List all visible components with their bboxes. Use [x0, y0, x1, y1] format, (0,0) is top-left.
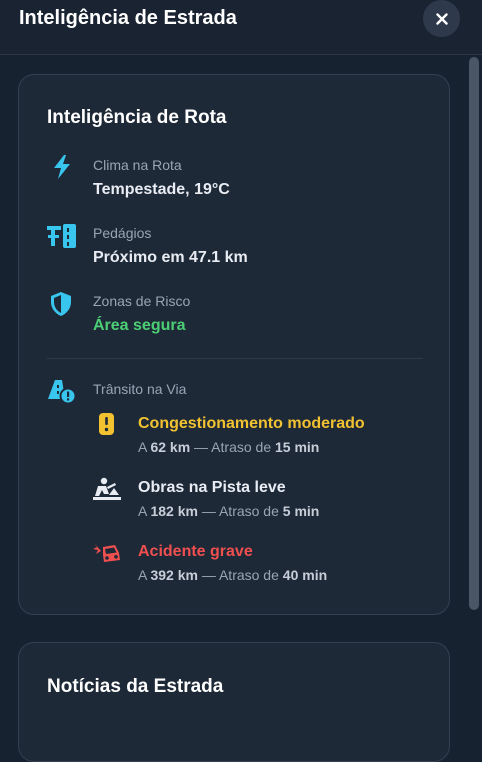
risk-zones-value: Área segura	[93, 317, 186, 334]
news-card-title: Notícias da Estrada	[47, 676, 224, 697]
traffic-item-distance: 182 km	[150, 503, 198, 519]
panel-header: Inteligência de Estrada	[0, 0, 482, 55]
panel-title: Inteligência de Estrada	[19, 7, 237, 29]
tolls-value: Próximo em 47.1 km	[93, 249, 248, 266]
traffic-item-distance: 62 km	[150, 439, 191, 455]
traffic-item-delay: 15 min	[275, 439, 320, 455]
lightning-icon	[54, 155, 70, 179]
traffic-light-icon	[99, 413, 114, 435]
traffic-item-title: Obras na Pista leve	[138, 479, 286, 496]
toll-icon	[47, 224, 76, 248]
traffic-item-delay: 40 min	[282, 567, 328, 583]
scrollbar-thumb[interactable]	[469, 57, 479, 610]
close-button[interactable]	[423, 0, 460, 37]
route-card-title: Inteligência de Rota	[47, 107, 227, 128]
traffic-item-detail: A 62 km — Atraso de 15 min	[138, 439, 320, 455]
traffic-item-title: Congestionamento moderado	[138, 415, 365, 432]
road-works-icon	[93, 477, 121, 500]
weather-label: Clima na Rota	[93, 157, 182, 173]
risk-zones-label: Zonas de Risco	[93, 293, 191, 309]
route-intelligence-card: Inteligência de Rota Clima na Rota Tempe…	[18, 74, 450, 615]
traffic-item-delay: 5 min	[282, 503, 320, 519]
traffic-alert-icon	[48, 380, 77, 404]
section-divider	[47, 358, 423, 359]
road-news-card: Notícias da Estrada	[18, 642, 450, 762]
car-crash-icon	[93, 543, 120, 562]
traffic-item-detail: A 182 km — Atraso de 5 min	[138, 503, 320, 519]
tolls-label: Pedágios	[93, 225, 152, 241]
shield-icon	[51, 292, 71, 316]
traffic-item-distance: 392 km	[150, 567, 198, 583]
close-icon	[435, 12, 448, 25]
weather-value: Tempestade, 19°C	[93, 181, 230, 198]
traffic-item-detail: A 392 km — Atraso de 40 min	[138, 567, 328, 583]
traffic-item-title: Acidente grave	[138, 543, 253, 560]
traffic-label: Trânsito na Via	[93, 381, 187, 397]
